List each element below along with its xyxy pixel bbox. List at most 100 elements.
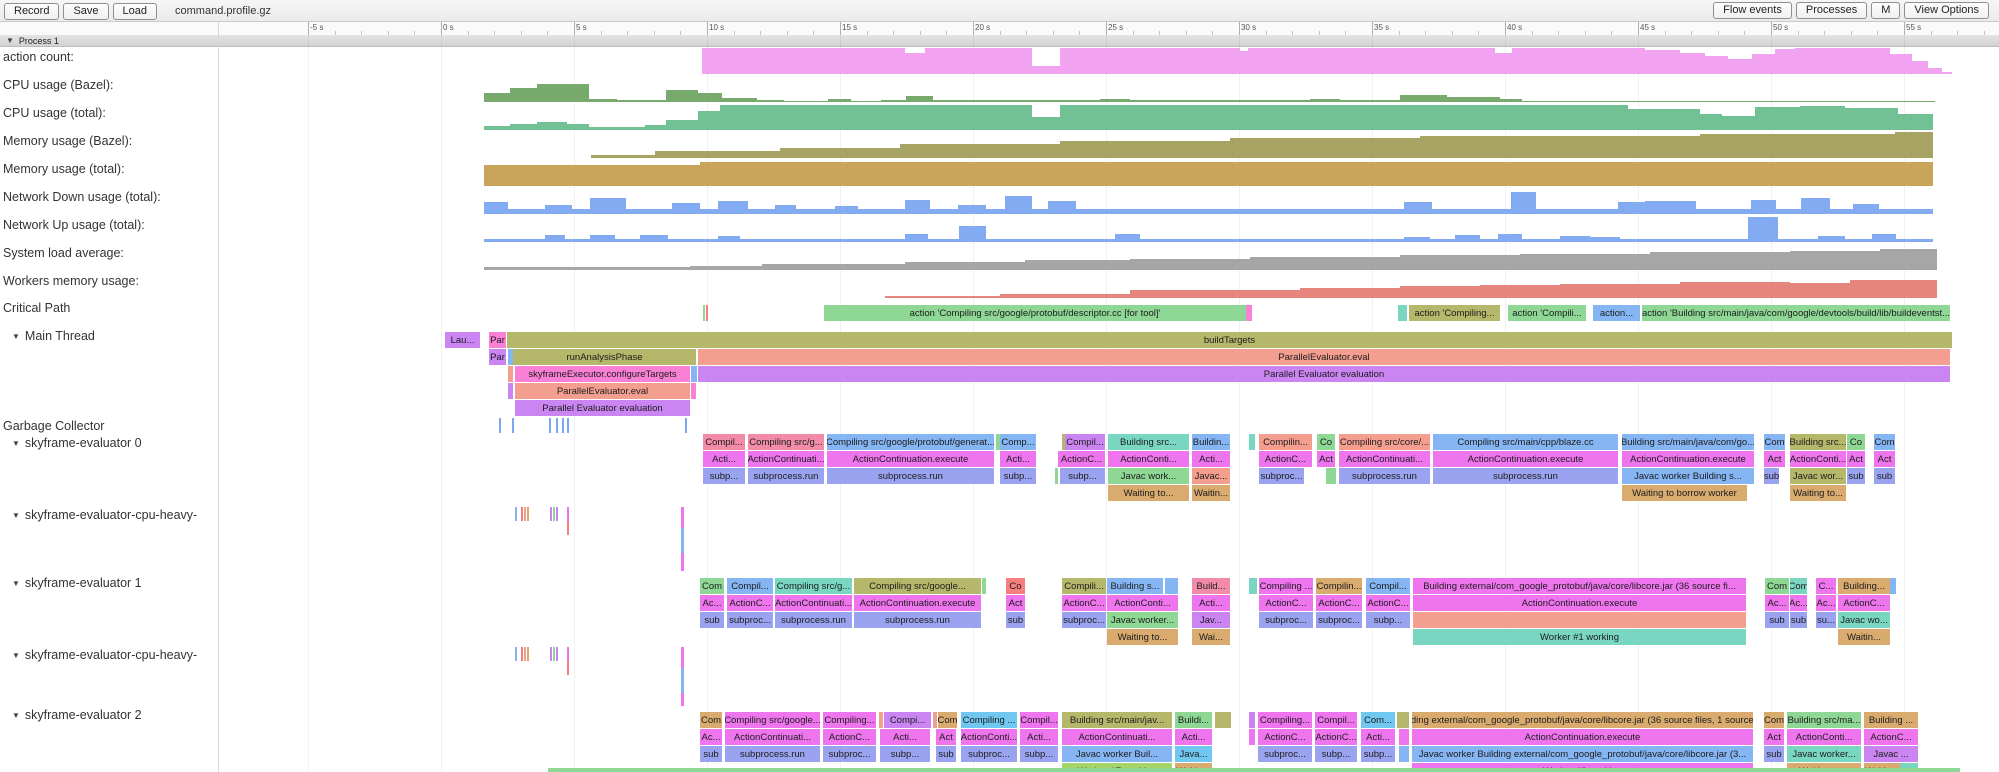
main-thread-event[interactable]: Parallel Evaluator evaluation [515,400,690,416]
skyframe-evaluator-0-event[interactable]: ActionC... [1259,451,1312,467]
cpu-heavy-1-marks-event[interactable] [567,661,569,675]
skyframe-evaluator-1-event[interactable]: Compiling src/g... [775,578,852,594]
skyframe-evaluator-2-event[interactable]: Acti... [1175,729,1212,745]
skyframe-evaluator-2-event[interactable]: subproc... [961,746,1017,762]
skyframe-evaluator-1-event[interactable]: Building external/com_google_protobuf/ja… [1413,578,1746,594]
record-button[interactable]: Record [4,3,59,20]
cpu-heavy-1-marks-event[interactable] [550,647,552,661]
skyframe-evaluator-1-event[interactable]: sub [1790,612,1807,628]
skyframe-evaluator-2-event[interactable]: Compiling... [1258,712,1312,728]
skyframe-evaluator-1-event[interactable]: ActionConti... [1107,595,1178,611]
skyframe-evaluator-2-event[interactable]: ActionC... [1315,729,1357,745]
skyframe-evaluator-0-event[interactable]: Co [1847,434,1865,450]
cpu-heavy-0-marks-event[interactable] [556,507,558,521]
skyframe-evaluator-0-event[interactable] [1055,468,1058,484]
cpu-heavy-1-marks-event[interactable] [681,693,684,706]
skyframe-evaluator-1-event[interactable] [982,578,986,594]
skyframe-evaluator-1-event[interactable]: sub [1006,612,1025,628]
main-thread-event[interactable]: Parallel Evaluator evaluation [698,366,1950,382]
main-thread-event[interactable] [691,366,697,382]
skyframe-evaluator-2-event[interactable]: subp... [1020,746,1058,762]
skyframe-evaluator-1-event[interactable]: ActionC... [1366,595,1410,611]
skyframe-evaluator-0-event[interactable]: Javac work... [1108,468,1189,484]
skyframe-evaluator-2-event[interactable]: Act [936,729,956,745]
skyframe-evaluator-1-event[interactable]: Compiling ... [1259,578,1313,594]
skyframe-evaluator-0-event[interactable]: subp... [1000,468,1036,484]
skyframe-evaluator-1-event[interactable]: sub [1765,612,1789,628]
skyframe-evaluator-2-event[interactable] [1215,712,1231,728]
processes-button[interactable]: Processes [1796,2,1867,19]
skyframe-evaluator-2-event[interactable]: Javac worker... [1787,746,1861,762]
skyframe-evaluator-2-event[interactable]: ActionContinuati... [725,729,820,745]
skyframe-evaluator-2-event[interactable]: subproc... [823,746,876,762]
skyframe-evaluator-1-event[interactable]: Ac... [1816,595,1836,611]
cpu-heavy-1-marks-event[interactable] [556,647,558,661]
skyframe-evaluator-2-event[interactable]: sub [700,746,722,762]
cpu-heavy-1-marks-event[interactable] [681,668,684,693]
garbage-collector-event[interactable] [562,418,564,433]
cpu-heavy-1-marks-event[interactable] [527,647,529,661]
skyframe-evaluator-0-event[interactable]: subprocess.run [748,468,824,484]
main-thread-event[interactable]: runAnalysisPhase [513,349,696,365]
skyframe-evaluator-2-event[interactable]: Acti... [1020,729,1058,745]
main-thread-event[interactable]: ParallelEvaluator.eval [698,349,1950,365]
critical-path-event[interactable]: action... [1593,305,1640,321]
skyframe-evaluator-1-event[interactable]: Ac... [1790,595,1807,611]
garbage-collector-event[interactable] [549,418,551,433]
skyframe-evaluator-2-event[interactable]: subprocess.run [725,746,820,762]
skyframe-evaluator-0-event[interactable]: Act [1847,451,1865,467]
skyframe-evaluator-2-event[interactable]: Com [700,712,722,728]
skyframe-evaluator-1-event[interactable]: Building... [1838,578,1890,594]
critical-path-event[interactable]: action 'Building src/main/java/com/googl… [1642,305,1950,321]
cpu-heavy-0-marks-event[interactable] [681,528,684,553]
skyframe-evaluator-1-event[interactable]: subproc... [727,612,773,628]
skyframe-evaluator-2-event[interactable]: ActionConti... [961,729,1017,745]
skyframe-evaluator-2-event[interactable]: Buildi... [1175,712,1212,728]
skyframe-evaluator-2-event[interactable]: subp... [880,746,930,762]
skyframe-evaluator-0-event[interactable]: ActionContinuation.execute [1622,451,1754,467]
skyframe-evaluator-2-event[interactable]: Ac... [700,729,722,745]
skyframe-evaluator-1-event[interactable]: sub [700,612,724,628]
skyframe-evaluator-2-event[interactable]: Javac worker Building external/com_googl… [1412,746,1753,762]
skyframe-evaluator-1-event[interactable]: Javac wo... [1838,612,1890,628]
skyframe-evaluator-2-event[interactable]: subproc... [1258,746,1312,762]
skyframe-evaluator-1-event[interactable]: Javac worker... [1107,612,1178,628]
skyframe-evaluator-1-event[interactable]: Com [1765,578,1789,594]
skyframe-evaluator-0-event[interactable]: subprocess.run [1433,468,1618,484]
track-label-skyframe-evaluator-1[interactable]: ▼skyframe-evaluator 1 [3,576,142,590]
skyframe-evaluator-1-event[interactable]: Com [700,578,724,594]
skyframe-evaluator-0-event[interactable]: sub [1874,468,1895,484]
skyframe-evaluator-0-event[interactable]: subproc... [1259,468,1304,484]
track-label-skyframe-evaluator-2[interactable]: ▼skyframe-evaluator 2 [3,708,142,722]
cpu-heavy-0-marks-event[interactable] [550,507,552,521]
skyframe-evaluator-0-event[interactable]: ActionContinuati... [1339,451,1430,467]
skyframe-evaluator-1-event[interactable]: ActionC... [1316,595,1362,611]
skyframe-evaluator-0-event[interactable]: ActionContinuati... [748,451,824,467]
skyframe-evaluator-1-event[interactable]: ActionC... [1259,595,1313,611]
critical-path-event[interactable] [706,305,708,321]
cpu-heavy-0-marks-event[interactable] [527,507,529,521]
skyframe-evaluator-1-event[interactable] [1249,578,1257,594]
skyframe-evaluator-0-event[interactable]: Waiting to... [1790,485,1846,501]
skyframe-evaluator-1-event[interactable]: ActionContinuation.execute [854,595,981,611]
skyframe-evaluator-1-event[interactable]: subprocess.run [775,612,852,628]
critical-path-event[interactable]: action 'Compiling src/google/protobuf/de… [824,305,1246,321]
skyframe-evaluator-0-event[interactable] [1249,434,1255,450]
skyframe-evaluator-1-event[interactable]: Waiting to... [1107,629,1178,645]
skyframe-evaluator-2-event[interactable]: Com [1764,712,1784,728]
process-header[interactable]: ▼Process 1 [0,35,1999,47]
skyframe-evaluator-1-event[interactable] [1165,578,1178,594]
skyframe-evaluator-0-event[interactable]: ActionContinuation.execute [827,451,994,467]
skyframe-evaluator-1-event[interactable]: Worker #1 working [1413,629,1746,645]
cpu-heavy-1-marks-event[interactable] [567,647,569,661]
main-thread-event[interactable]: Par [489,332,506,348]
skyframe-evaluator-2-event[interactable]: Javac ... [1864,746,1918,762]
skyframe-evaluator-0-event[interactable]: Javac wor... [1790,468,1846,484]
skyframe-evaluator-2-event[interactable] [1249,712,1255,728]
save-button[interactable]: Save [63,3,108,20]
cpu-heavy-1-marks-event[interactable] [521,647,523,661]
skyframe-evaluator-2-event[interactable]: Acti... [880,729,930,745]
skyframe-evaluator-1-event[interactable]: ActionContinuation.execute [1413,595,1746,611]
main-thread-event[interactable]: Par [489,349,506,365]
cpu-heavy-0-marks-event[interactable] [521,507,523,521]
